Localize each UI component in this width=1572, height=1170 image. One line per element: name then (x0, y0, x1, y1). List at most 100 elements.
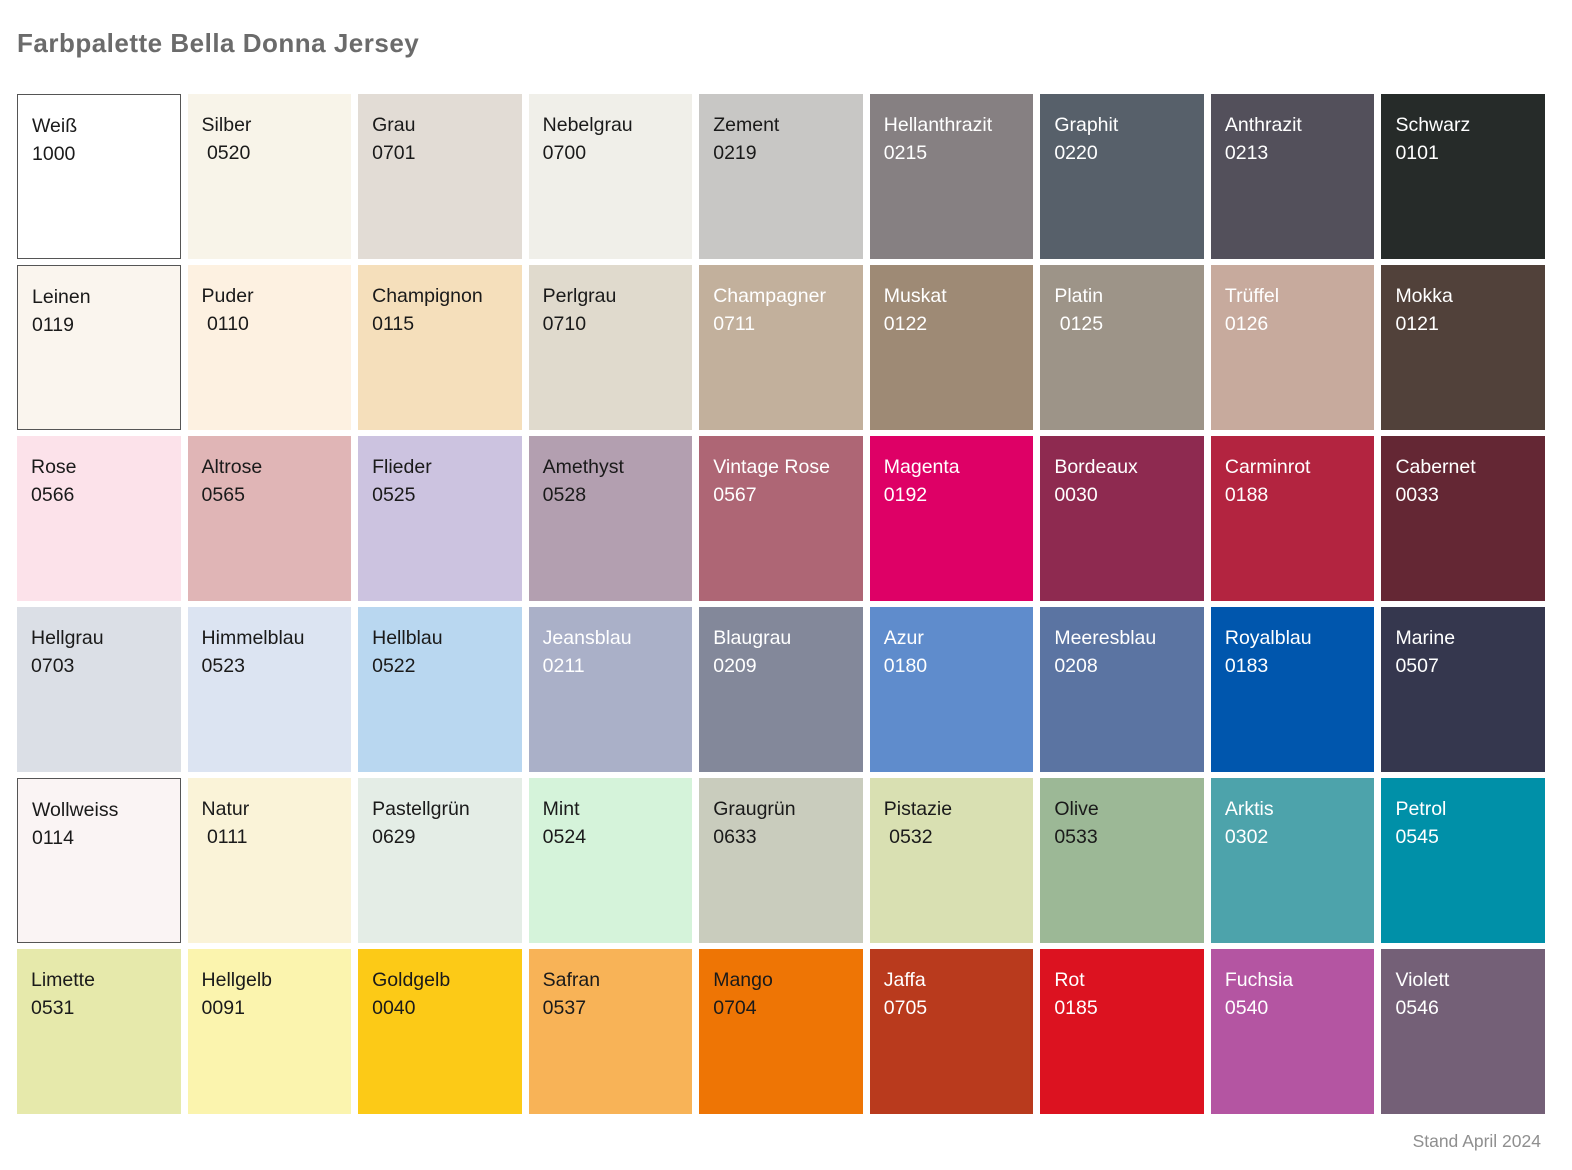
swatch-name: Goldgelb (372, 966, 512, 994)
swatch-name: Graugrün (713, 795, 853, 823)
swatch-name: Hellgrau (31, 624, 171, 652)
swatch-name: Cabernet (1395, 453, 1535, 481)
color-swatch: Anthrazit 0213 (1211, 94, 1375, 259)
color-swatch: Azur 0180 (870, 607, 1034, 772)
swatch-name: Royalblau (1225, 624, 1365, 652)
swatch-name: Rot (1054, 966, 1194, 994)
color-swatch: Weiß 1000 (17, 94, 181, 259)
swatch-name: Carminrot (1225, 453, 1365, 481)
swatch-code: 0101 (1395, 139, 1535, 167)
color-swatch: Hellanthrazit 0215 (870, 94, 1034, 259)
color-swatch: Arktis 0302 (1211, 778, 1375, 943)
swatch-name: Perlgrau (543, 282, 683, 310)
page-title: Farbpalette Bella Donna Jersey (17, 28, 419, 59)
swatch-name: Azur (884, 624, 1024, 652)
color-swatch: Himmelblau 0523 (188, 607, 352, 772)
color-swatch: Meeresblau 0208 (1040, 607, 1204, 772)
swatch-code: 0537 (543, 994, 683, 1022)
swatch-code: 0114 (32, 824, 170, 852)
swatch-code: 0188 (1225, 481, 1365, 509)
color-swatch: Mango 0704 (699, 949, 863, 1114)
color-swatch: Petrol 0545 (1381, 778, 1545, 943)
swatch-name: Leinen (32, 283, 170, 311)
swatch-name: Nebelgrau (543, 111, 683, 139)
swatch-code: 0567 (713, 481, 853, 509)
color-swatch: Grau 0701 (358, 94, 522, 259)
color-swatch: Puder 0110 (188, 265, 352, 430)
swatch-code: 0525 (372, 481, 512, 509)
swatch-name: Meeresblau (1054, 624, 1194, 652)
swatch-code: 0111 (202, 823, 342, 851)
swatch-name: Muskat (884, 282, 1024, 310)
swatch-code: 0703 (31, 652, 171, 680)
swatch-code: 0115 (372, 310, 512, 338)
color-swatch: Vintage Rose 0567 (699, 436, 863, 601)
swatch-code: 0183 (1225, 652, 1365, 680)
color-swatch: Graugrün 0633 (699, 778, 863, 943)
swatch-code: 0091 (202, 994, 342, 1022)
swatch-name: Petrol (1395, 795, 1535, 823)
swatch-code: 0302 (1225, 823, 1365, 851)
swatch-name: Trüffel (1225, 282, 1365, 310)
color-swatch: Carminrot 0188 (1211, 436, 1375, 601)
color-swatch: Mint 0524 (529, 778, 693, 943)
color-swatch: Schwarz 0101 (1381, 94, 1545, 259)
swatch-name: Rose (31, 453, 171, 481)
swatch-name: Pistazie (884, 795, 1024, 823)
color-swatch: Blaugrau 0209 (699, 607, 863, 772)
color-swatch: Goldgelb 0040 (358, 949, 522, 1114)
swatch-code: 0533 (1054, 823, 1194, 851)
swatch-name: Mokka (1395, 282, 1535, 310)
swatch-code: 0545 (1395, 823, 1535, 851)
color-swatch: Rose 0566 (17, 436, 181, 601)
color-swatch: Royalblau 0183 (1211, 607, 1375, 772)
swatch-code: 0523 (202, 652, 342, 680)
color-swatch: Zement 0219 (699, 94, 863, 259)
swatch-name: Jeansblau (543, 624, 683, 652)
swatch-name: Arktis (1225, 795, 1365, 823)
swatch-name: Schwarz (1395, 111, 1535, 139)
swatch-name: Olive (1054, 795, 1194, 823)
swatch-code: 0528 (543, 481, 683, 509)
swatch-code: 0629 (372, 823, 512, 851)
swatch-code: 0209 (713, 652, 853, 680)
swatch-code: 0566 (31, 481, 171, 509)
swatch-code: 0633 (713, 823, 853, 851)
color-swatch: Pistazie 0532 (870, 778, 1034, 943)
swatch-name: Graphit (1054, 111, 1194, 139)
color-swatch: Trüffel 0126 (1211, 265, 1375, 430)
color-swatch: Silber 0520 (188, 94, 352, 259)
swatch-code: 1000 (32, 140, 170, 168)
swatch-name: Hellgelb (202, 966, 342, 994)
color-swatch: Rot 0185 (1040, 949, 1204, 1114)
color-swatch: Jeansblau 0211 (529, 607, 693, 772)
color-swatch: Wollweiss 0114 (17, 778, 181, 943)
swatch-name: Puder (202, 282, 342, 310)
swatch-code: 0119 (32, 311, 170, 339)
color-swatch: Nebelgrau 0700 (529, 94, 693, 259)
swatch-code: 0540 (1225, 994, 1365, 1022)
swatch-code: 0520 (202, 139, 342, 167)
swatch-name: Amethyst (543, 453, 683, 481)
swatch-name: Mango (713, 966, 853, 994)
color-swatch: Natur 0111 (188, 778, 352, 943)
color-swatch: Limette 0531 (17, 949, 181, 1114)
color-swatch: Champagner 0711 (699, 265, 863, 430)
swatch-code: 0192 (884, 481, 1024, 509)
swatch-name: Violett (1395, 966, 1535, 994)
swatch-name: Pastellgrün (372, 795, 512, 823)
swatch-name: Jaffa (884, 966, 1024, 994)
swatch-code: 0546 (1395, 994, 1535, 1022)
swatch-name: Limette (31, 966, 171, 994)
swatch-name: Anthrazit (1225, 111, 1365, 139)
swatch-name: Magenta (884, 453, 1024, 481)
swatch-code: 0040 (372, 994, 512, 1022)
swatch-code: 0208 (1054, 652, 1194, 680)
swatch-name: Champagner (713, 282, 853, 310)
color-swatch: Cabernet 0033 (1381, 436, 1545, 601)
color-swatch: Olive 0533 (1040, 778, 1204, 943)
swatch-code: 0122 (884, 310, 1024, 338)
color-swatch: Bordeaux 0030 (1040, 436, 1204, 601)
swatch-code: 0110 (202, 310, 342, 338)
color-swatch: Safran 0537 (529, 949, 693, 1114)
